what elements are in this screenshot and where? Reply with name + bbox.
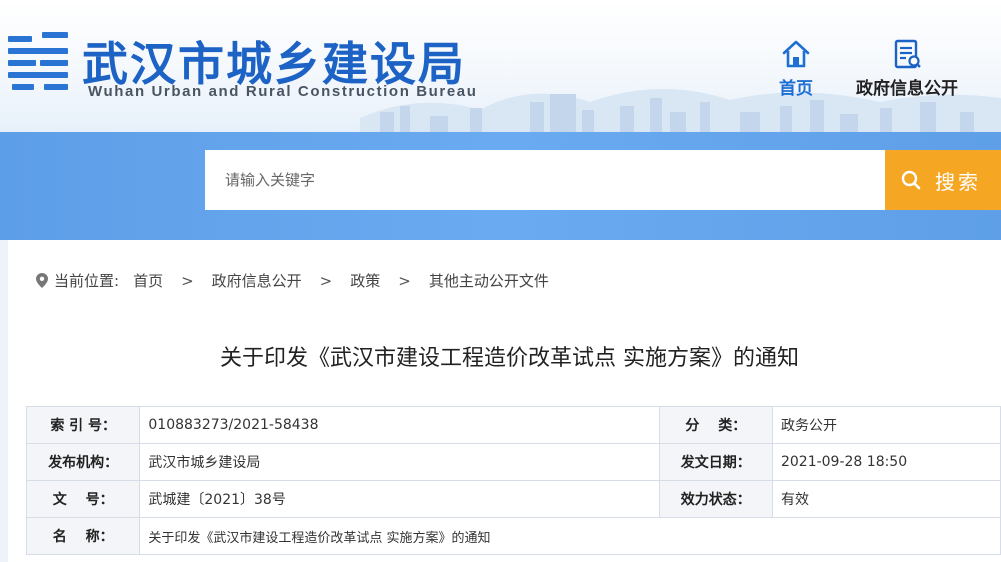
- table-row: 文 号： 武城建〔2021〕38号 效力状态： 有效: [25, 480, 1001, 518]
- breadcrumb-item-government-info[interactable]: 政府信息公开: [212, 270, 302, 291]
- site-subtitle: Wuhan Urban and Rural Construction Burea…: [88, 83, 478, 100]
- publisher-label: 发布机构：: [25, 443, 141, 481]
- date-value: 2021-09-28 18:50: [771, 443, 1001, 481]
- bureau-logo: [8, 32, 68, 90]
- search-input[interactable]: [205, 150, 885, 210]
- document-number-label: 文 号：: [25, 480, 141, 518]
- status-label: 效力状态：: [658, 480, 773, 518]
- name-value: 关于印发《武汉市建设工程造价改革试点 实施方案》的通知: [139, 517, 1001, 555]
- breadcrumb-separator: >: [398, 271, 411, 290]
- breadcrumb-item-policy[interactable]: 政策: [350, 270, 380, 291]
- nav-home[interactable]: 首页: [776, 38, 816, 99]
- category-label: 分 类：: [658, 406, 773, 444]
- breadcrumb-prefix: 当前位置:: [54, 272, 120, 290]
- index-value: 010883273/2021-58438: [139, 406, 660, 444]
- table-row: 索 引 号： 010883273/2021-58438 分 类： 政务公开: [25, 406, 1001, 444]
- content-card: 当前位置: 首页 > 政府信息公开 > 政策 > 其他主动公开文件 关于印发《武…: [8, 240, 1001, 562]
- date-label: 发文日期：: [658, 443, 773, 481]
- breadcrumb-item-home[interactable]: 首页: [133, 270, 163, 291]
- nav-home-label: 首页: [779, 79, 813, 99]
- name-label: 名 称：: [25, 517, 141, 555]
- location-pin-icon: [36, 273, 48, 288]
- document-info-icon: [894, 39, 921, 69]
- breadcrumb: 当前位置: 首页 > 政府信息公开 > 政策 > 其他主动公开文件: [36, 270, 549, 291]
- breadcrumb-item-other-files[interactable]: 其他主动公开文件: [429, 270, 549, 291]
- search-band: 搜索: [0, 132, 1001, 240]
- document-title: 关于印发《武汉市建设工程造价改革试点 实施方案》的通知: [220, 346, 799, 371]
- index-label: 索 引 号：: [25, 406, 141, 444]
- breadcrumb-separator: >: [181, 271, 194, 290]
- publisher-value: 武汉市城乡建设局: [139, 443, 660, 481]
- search-button-label: 搜索: [935, 169, 981, 194]
- breadcrumb-separator: >: [319, 271, 333, 290]
- site-header: 武汉市城乡建设局 Wuhan Urban and Rural Construct…: [0, 0, 1001, 132]
- document-number-value: 武城建〔2021〕38号: [139, 480, 660, 518]
- search-button[interactable]: 搜索: [885, 150, 1001, 210]
- search-icon: [901, 170, 921, 190]
- table-row: 名 称： 关于印发《武汉市建设工程造价改革试点 实施方案》的通知: [25, 517, 1001, 555]
- status-value: 有效: [771, 480, 1001, 518]
- nav-government-info[interactable]: 政府信息公开: [852, 38, 962, 99]
- table-row: 发布机构： 武汉市城乡建设局 发文日期： 2021-09-28 18:50: [25, 443, 1001, 481]
- home-icon: [782, 40, 810, 68]
- nav-government-info-label: 政府信息公开: [856, 79, 958, 99]
- category-value: 政务公开: [771, 406, 1001, 444]
- document-meta-table: 索 引 号： 010883273/2021-58438 分 类： 政务公开 发布…: [25, 406, 1001, 555]
